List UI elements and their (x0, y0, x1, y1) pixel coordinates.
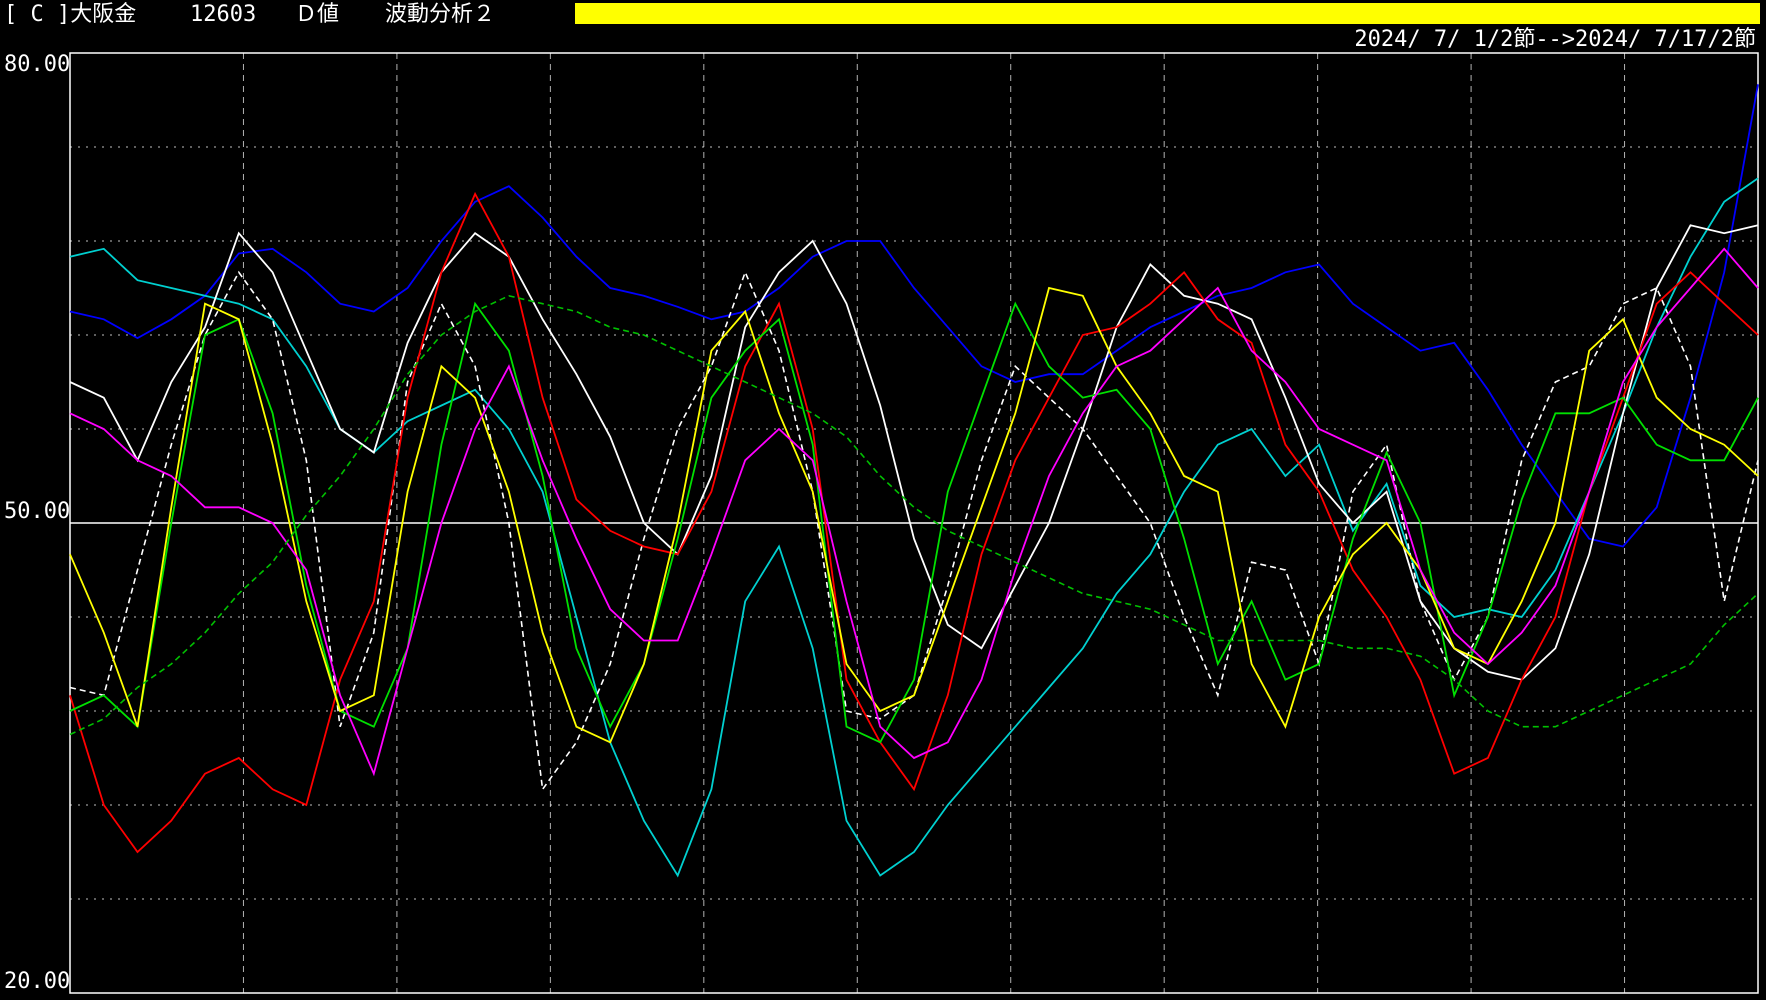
series-line (69, 177, 1759, 878)
wave-analysis-chart (69, 52, 1759, 994)
series-line (69, 270, 1759, 792)
series-line (69, 224, 1759, 681)
series-line (69, 294, 1759, 736)
series-line (69, 84, 1759, 548)
series-line (69, 286, 1759, 744)
